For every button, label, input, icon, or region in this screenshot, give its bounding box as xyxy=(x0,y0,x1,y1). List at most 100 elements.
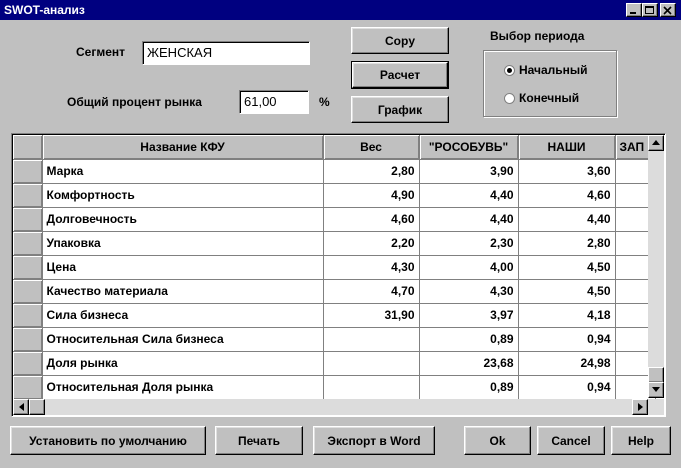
table-row[interactable]: Марка 2,80 3,90 3,60 xyxy=(13,159,656,184)
row-name-cell[interactable]: Относительная Сила бизнеса xyxy=(42,327,324,352)
row-indicator[interactable] xyxy=(13,351,43,376)
value-cell[interactable]: 0,94 xyxy=(518,327,616,352)
period-groupbox xyxy=(483,50,617,117)
row-indicator[interactable] xyxy=(13,207,43,232)
table-row[interactable]: Долговечность 4,60 4,40 4,40 xyxy=(13,207,656,232)
arrow-left-icon xyxy=(19,403,24,411)
set-defaults-button[interactable]: Установить по умолчанию xyxy=(10,426,206,455)
row-name-cell[interactable]: Комфортность xyxy=(42,183,324,208)
row-indicator[interactable] xyxy=(13,279,43,304)
vertical-scrollbar[interactable] xyxy=(648,135,664,398)
calc-button[interactable]: Расчет xyxy=(351,61,449,89)
copy-button[interactable]: Copy xyxy=(351,27,449,54)
table-row[interactable]: Цена 4,30 4,00 4,50 xyxy=(13,255,656,280)
table-row[interactable]: Комфортность 4,90 4,40 4,60 xyxy=(13,183,656,208)
table-row[interactable]: Сила бизнеса 31,90 3,97 4,18 xyxy=(13,303,656,328)
value-cell[interactable]: 4,70 xyxy=(323,279,420,304)
column-header[interactable]: Вес xyxy=(323,135,420,160)
value-cell[interactable]: 31,90 xyxy=(323,303,420,328)
value-cell[interactable]: 0,89 xyxy=(419,327,519,352)
value-cell[interactable]: 2,30 xyxy=(419,231,519,256)
value-cell[interactable] xyxy=(323,327,420,352)
title-bar[interactable]: SWOT-анализ xyxy=(0,0,681,20)
value-cell[interactable]: 4,90 xyxy=(323,183,420,208)
row-name-cell[interactable]: Качество материала xyxy=(42,279,324,304)
value-cell[interactable]: 4,40 xyxy=(518,207,616,232)
value-cell[interactable]: 4,40 xyxy=(419,183,519,208)
value-cell[interactable]: 4,30 xyxy=(323,255,420,280)
maximize-button[interactable] xyxy=(642,3,658,17)
scroll-down-button[interactable] xyxy=(648,382,664,398)
value-cell[interactable] xyxy=(323,375,420,400)
row-indicator[interactable] xyxy=(13,303,43,328)
value-cell[interactable]: 2,20 xyxy=(323,231,420,256)
graph-button[interactable]: График xyxy=(351,96,449,123)
minimize-button[interactable] xyxy=(626,3,642,17)
value-cell[interactable]: 4,00 xyxy=(419,255,519,280)
row-indicator[interactable] xyxy=(13,231,43,256)
row-indicator[interactable] xyxy=(13,375,43,400)
radio-final-label: Конечный xyxy=(519,91,580,105)
row-indicator[interactable] xyxy=(13,159,43,184)
value-cell[interactable]: 4,60 xyxy=(323,207,420,232)
scroll-up-button[interactable] xyxy=(648,135,664,151)
value-cell[interactable]: 0,94 xyxy=(518,375,616,400)
value-cell[interactable]: 24,98 xyxy=(518,351,616,376)
radio-final[interactable]: Конечный xyxy=(504,91,579,105)
row-name-cell[interactable]: Доля рынка xyxy=(42,351,324,376)
table-row[interactable]: Относительная Доля рынка 0,89 0,94 xyxy=(13,375,656,400)
row-indicator[interactable] xyxy=(13,327,43,352)
ok-button[interactable]: Ok xyxy=(464,426,531,455)
value-cell[interactable]: 23,68 xyxy=(419,351,519,376)
row-name-cell[interactable]: Упаковка xyxy=(42,231,324,256)
market-percent-field[interactable]: 61,00 xyxy=(239,90,309,114)
export-word-button[interactable]: Экспорт в Word xyxy=(313,426,435,455)
value-cell[interactable]: 2,80 xyxy=(518,231,616,256)
help-button[interactable]: Help xyxy=(611,426,671,455)
scroll-right-button[interactable] xyxy=(632,399,648,415)
cancel-button[interactable]: Cancel xyxy=(537,426,605,455)
kfu-grid[interactable]: Название КФУ Вес "РОСОБУВЬ" НАШИ ЗАП Мар… xyxy=(11,133,666,417)
row-name-cell[interactable]: Марка xyxy=(42,159,324,184)
value-cell[interactable]: 4,60 xyxy=(518,183,616,208)
value-cell[interactable]: 4,50 xyxy=(518,255,616,280)
value-cell[interactable]: 3,60 xyxy=(518,159,616,184)
column-header[interactable]: НАШИ xyxy=(518,135,616,160)
column-header[interactable]: "РОСОБУВЬ" xyxy=(419,135,519,160)
column-header[interactable]: Название КФУ xyxy=(42,135,324,160)
value-cell[interactable]: 4,30 xyxy=(419,279,519,304)
print-button[interactable]: Печать xyxy=(215,426,303,455)
value-cell[interactable]: 3,90 xyxy=(419,159,519,184)
radio-initial[interactable]: Начальный xyxy=(504,63,588,77)
table-row[interactable]: Доля рынка 23,68 24,98 xyxy=(13,351,656,376)
percent-unit: % xyxy=(319,95,330,109)
arrow-down-icon xyxy=(652,387,660,392)
vertical-scroll-thumb[interactable] xyxy=(648,367,664,383)
row-indicator[interactable] xyxy=(13,183,43,208)
value-cell[interactable]: 2,80 xyxy=(323,159,420,184)
value-cell[interactable]: 3,97 xyxy=(419,303,519,328)
table-row[interactable]: Упаковка 2,20 2,30 2,80 xyxy=(13,231,656,256)
row-name-cell[interactable]: Сила бизнеса xyxy=(42,303,324,328)
value-cell[interactable]: 4,40 xyxy=(419,207,519,232)
row-indicator[interactable] xyxy=(13,255,43,280)
close-button[interactable] xyxy=(660,3,676,17)
radio-unchecked-icon[interactable] xyxy=(504,92,515,104)
arrow-right-icon xyxy=(638,403,643,411)
row-name-cell[interactable]: Долговечность xyxy=(42,207,324,232)
segment-field[interactable]: ЖЕНСКАЯ xyxy=(142,41,310,65)
scroll-left-button[interactable] xyxy=(13,399,29,415)
row-name-cell[interactable]: Относительная Доля рынка xyxy=(42,375,324,400)
horizontal-scroll-thumb[interactable] xyxy=(29,399,45,415)
header-corner[interactable] xyxy=(13,135,43,160)
value-cell[interactable] xyxy=(323,351,420,376)
horizontal-scrollbar[interactable] xyxy=(13,399,664,415)
table-row[interactable]: Качество материала 4,70 4,30 4,50 xyxy=(13,279,656,304)
row-name-cell[interactable]: Цена xyxy=(42,255,324,280)
value-cell[interactable]: 4,18 xyxy=(518,303,616,328)
value-cell[interactable]: 0,89 xyxy=(419,375,519,400)
value-cell[interactable]: 4,50 xyxy=(518,279,616,304)
radio-checked-icon[interactable] xyxy=(504,64,515,76)
close-icon xyxy=(663,6,672,15)
table-row[interactable]: Относительная Сила бизнеса 0,89 0,94 xyxy=(13,327,656,352)
